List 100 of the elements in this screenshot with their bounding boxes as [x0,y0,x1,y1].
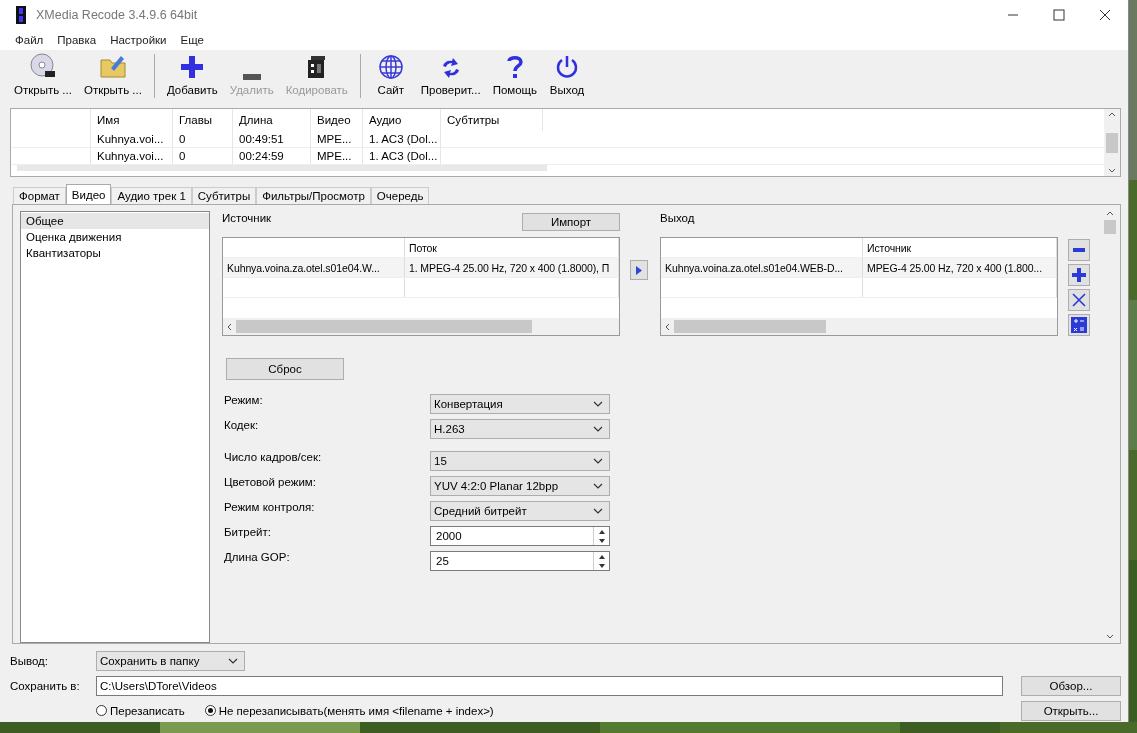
table-cell: MPE... [311,131,363,147]
calculator-icon [1071,317,1087,333]
film-icon [16,6,26,24]
column-header[interactable]: Видео [311,109,363,131]
menu-item[interactable]: Еще [173,34,211,46]
close-icon[interactable] [1099,9,1111,21]
column-header: Источник [863,238,1057,257]
toolbar-button[interactable]: Открыть ... [8,50,78,102]
number-field[interactable]: 25 [430,551,610,571]
minus-icon [1073,248,1085,252]
scroll-up-icon[interactable] [1108,112,1116,117]
tab[interactable]: Фильтры/Просмотр [256,187,371,204]
field-label: Длина GOP: [224,551,290,563]
scroll-thumb[interactable] [1106,132,1118,153]
dropdown[interactable]: YUV 4:2:0 Planar 12bpp [430,476,610,496]
film-icon [305,54,328,80]
toolbar-button[interactable]: Выход [543,50,592,102]
chevron-down-icon [593,508,603,514]
spin-up-icon[interactable] [598,529,605,534]
column-header[interactable]: Имя [91,109,173,131]
scroll-left-icon[interactable] [665,322,670,331]
horizontal-scrollbar[interactable] [661,318,1057,335]
scroll-up-icon[interactable] [1106,211,1114,216]
disc-icon [28,52,57,80]
column-header[interactable]: Длина [233,109,311,131]
tab[interactable]: Видео [65,184,112,204]
spin-up-icon[interactable] [598,554,605,559]
scroll-down-icon[interactable] [1108,168,1116,173]
chevron-down-icon [593,426,603,432]
field-label: Вывод: [10,654,49,667]
tab[interactable]: Формат [13,187,66,204]
arrow-button[interactable] [630,260,648,280]
table-cell: 0 [173,131,233,147]
field-label: Битрейт: [224,526,271,538]
field-label: Сохранить в: [10,679,81,692]
path-field[interactable]: C:\Users\DTore\Videos [96,675,1003,696]
radio-option[interactable]: Перезаписать [96,704,185,717]
table-cell: MPEG-4 25.00 Hz, 720 x 400 (1.800... [863,258,1057,277]
dropdown[interactable]: H.263 [430,419,610,439]
open-button[interactable]: Открыть... [1021,700,1121,721]
toolbar-button[interactable]: Добавить [160,50,224,102]
spin-down-icon[interactable] [598,538,605,543]
table-cell: Kuhnya.voina.za.otel.s01e04.WEB-D... [661,258,863,277]
table-cell: Kuhnya.voi... [91,148,173,164]
chevron-down-icon [593,401,603,407]
plus-icon [179,54,206,80]
dropdown[interactable]: 15 [430,451,610,471]
chevron-down-icon [228,657,238,664]
menu-item[interactable]: Правка [50,34,104,46]
add-button[interactable] [1068,264,1090,286]
tab[interactable]: Субтитры [191,187,257,204]
import-button[interactable]: Импорт [522,213,620,231]
toolbar-button[interactable]: Помощь [486,50,544,102]
section-label: Выход [660,212,695,224]
remove-button[interactable] [1068,239,1090,261]
column-header[interactable]: Субтитры [441,109,543,131]
chevron-down-icon [593,458,603,464]
column-header: Поток [405,238,619,257]
toolbar-button[interactable]: Открыть ... [77,50,148,102]
menu-item[interactable]: Настройки [103,34,174,46]
tab[interactable]: Аудио трек 1 [111,187,192,204]
column-header[interactable]: Аудио [363,109,441,131]
field-label: Режим: [224,394,263,406]
plus-icon [1072,268,1086,282]
minus-icon [242,74,261,80]
dropdown[interactable]: Конвертация [430,394,610,414]
menu-item[interactable]: Файл [8,34,51,46]
play-icon [636,265,642,275]
table-cell: MPE... [311,148,363,164]
column-header[interactable]: Главы [173,109,233,131]
scroll-down-icon[interactable] [1106,634,1114,639]
close-icon [1072,293,1086,307]
table-cell: 00:24:59 [233,148,311,164]
reset-button[interactable]: Сброс [226,358,344,380]
tab[interactable]: Очередь [370,187,430,204]
table-cell: 1. AC3 (Dol... [363,131,441,147]
radio-option[interactable]: Не перезаписывать(менять имя <filename + index>) [204,704,494,717]
toolbar-button[interactable]: Проверит... [414,50,487,102]
table-cell: Kuhnya.voi... [91,131,173,147]
delete-button[interactable] [1068,289,1090,311]
dropdown[interactable]: Средний битрейт [430,501,610,521]
sidebar-item[interactable]: Оценка движения [21,229,209,245]
toolbar-button[interactable]: Сайт [366,50,415,102]
number-field[interactable]: 2000 [430,526,610,546]
table-cell: 00:49:51 [233,131,311,147]
calculator-button[interactable] [1068,314,1090,336]
sidebar-item[interactable]: Квантизаторы [21,245,209,261]
browse-button[interactable]: Обзор... [1021,675,1121,696]
maximize-icon[interactable] [1053,9,1065,21]
spin-down-icon[interactable] [598,563,605,568]
table-cell: 1. AC3 (Dol... [363,148,441,164]
field-label: Режим контроля: [224,501,315,513]
output-dropdown[interactable]: Сохранить в папку [96,650,245,671]
field-label: Кодек: [224,419,259,431]
scroll-left-icon[interactable] [227,322,232,331]
scroll-thumb[interactable] [1104,220,1116,234]
horizontal-scrollbar[interactable] [223,318,619,335]
chevron-down-icon [593,483,603,489]
sidebar-item[interactable]: Общее [21,213,209,229]
help-icon [506,54,523,80]
